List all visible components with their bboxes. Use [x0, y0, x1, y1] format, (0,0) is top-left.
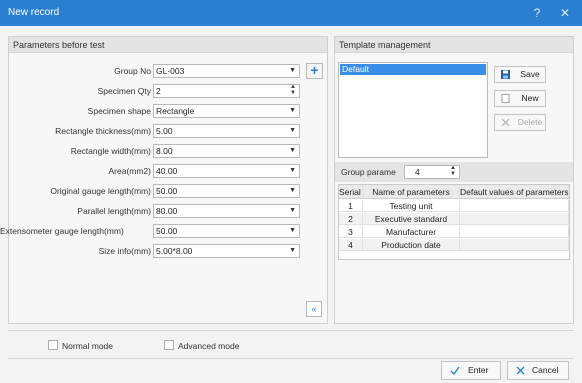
extensometer-gauge-length-label: Extensometer gauge length(mm) [0, 226, 124, 236]
parameters-groupbox [8, 36, 328, 324]
table-cell-serial: 3 [339, 226, 363, 237]
template-list[interactable]: Default [338, 62, 488, 158]
chevron-down-icon: ▼ [289, 187, 296, 194]
table-cell-name: Manufacturer [363, 226, 460, 237]
chevron-down-icon: ▼ [289, 227, 296, 234]
new-label: New [521, 93, 539, 103]
advanced-mode-label: Advanced mode [178, 341, 240, 351]
normal-mode-checkbox[interactable] [48, 340, 58, 350]
checkmark-icon [450, 366, 460, 375]
column-header-serial: Serial number [339, 185, 363, 198]
new-document-icon [501, 94, 510, 103]
table-cell-name: Production date [363, 239, 460, 250]
rectangle-width-combo[interactable]: 8.00 ▼ [153, 144, 300, 158]
group-params-label: Group parame [341, 167, 396, 177]
delete-icon [501, 118, 510, 127]
original-gauge-length-label: Original gauge length(mm) [50, 186, 151, 196]
extensometer-gauge-length-combo[interactable]: 50.00 ▼ [153, 224, 300, 238]
chevron-down-icon: ▼ [289, 167, 296, 174]
table-row[interactable]: 1 Testing unit [339, 200, 569, 212]
group-no-combo[interactable]: GL-003 ▼ [153, 64, 300, 78]
specimen-shape-value: Rectangle [156, 106, 195, 116]
area-label: Area(mm2) [108, 166, 151, 176]
table-row[interactable]: 2 Executive standard [339, 213, 569, 225]
delete-button[interactable]: Delete [494, 114, 546, 131]
advanced-mode-checkbox[interactable] [164, 340, 174, 350]
table-cell-name: Executive standard [363, 213, 460, 224]
area-value: 40.00 [156, 166, 178, 176]
close-icon[interactable]: ✕ [556, 4, 574, 22]
cancel-label: Cancel [532, 365, 559, 375]
table-row[interactable]: 4 Production date [339, 239, 569, 251]
parallel-length-combo[interactable]: 80.00 ▼ [153, 204, 300, 218]
template-panel-title: Template management [335, 37, 573, 53]
delete-label: Delete [517, 117, 543, 127]
template-list-item-selected[interactable]: Default [340, 64, 486, 75]
collapse-panel-button[interactable]: « [306, 301, 322, 317]
rectangle-thickness-value: 5.00 [156, 126, 173, 136]
save-button[interactable]: Save [494, 66, 546, 83]
table-cell-serial: 4 [339, 239, 363, 250]
rectangle-width-value: 8.00 [156, 146, 173, 156]
chevron-down-icon: ▼ [289, 107, 296, 114]
save-icon [501, 70, 510, 79]
help-icon[interactable]: ? [528, 4, 546, 22]
group-params-spinner[interactable]: 4 ▲ ▼ [404, 165, 460, 179]
parallel-length-value: 80.00 [156, 206, 178, 216]
cancel-icon [516, 366, 525, 375]
table-cell-serial: 2 [339, 213, 363, 224]
size-info-value: 5.00*8.00 [156, 246, 193, 256]
extensometer-gauge-length-value: 50.00 [156, 226, 178, 236]
divider [8, 358, 574, 359]
table-cell-default[interactable] [460, 213, 569, 224]
group-no-label: Group No [114, 66, 151, 76]
parameters-table: Serial number Name of parameters Default… [338, 184, 570, 260]
divider [8, 330, 574, 331]
specimen-qty-label: Specimen Qty [97, 86, 151, 96]
spinner-arrows-icon[interactable]: ▲ ▼ [290, 85, 296, 96]
original-gauge-length-combo[interactable]: 50.00 ▼ [153, 184, 300, 198]
new-button[interactable]: New [494, 90, 546, 107]
save-label: Save [520, 69, 540, 79]
parameters-panel-title: Parameters before test [9, 37, 327, 53]
specimen-shape-label: Specimen shape [87, 106, 151, 116]
specimen-qty-value: 2 [156, 86, 161, 96]
chevron-down-icon: ▼ [289, 207, 296, 214]
title-bar: New record ? ✕ [0, 0, 582, 26]
specimen-shape-combo[interactable]: Rectangle ▼ [153, 104, 300, 118]
table-cell-default[interactable] [460, 239, 569, 250]
rectangle-thickness-combo[interactable]: 5.00 ▼ [153, 124, 300, 138]
table-cell-default[interactable] [460, 226, 569, 237]
table-cell-serial: 1 [339, 200, 363, 211]
column-header-default: Default values of parameters [460, 185, 569, 198]
enter-button[interactable]: Enter [441, 361, 501, 380]
size-info-label: Size info(mm) [98, 246, 151, 256]
table-header: Serial number Name of parameters Default… [339, 185, 569, 199]
chevron-down-icon: ▼ [289, 147, 296, 154]
group-params-value: 4 [415, 167, 420, 177]
chevron-down-icon: ▼ [289, 67, 296, 74]
table-row[interactable]: 3 Manufacturer [339, 226, 569, 238]
spinner-arrows-icon[interactable]: ▲ ▼ [450, 166, 456, 177]
cancel-button[interactable]: Cancel [507, 361, 569, 380]
size-info-combo[interactable]: 5.00*8.00 ▼ [153, 244, 300, 258]
table-cell-name: Testing unit [363, 200, 460, 211]
normal-mode-label: Normal mode [62, 341, 114, 351]
column-header-name: Name of parameters [363, 185, 460, 198]
rectangle-thickness-label: Rectangle thickness(mm) [55, 126, 151, 136]
area-combo[interactable]: 40.00 ▼ [153, 164, 300, 178]
window-title: New record [8, 7, 60, 18]
group-no-value: GL-003 [156, 66, 185, 76]
chevron-down-icon: ▼ [289, 127, 296, 134]
original-gauge-length-value: 50.00 [156, 186, 178, 196]
dialog-body: Parameters before test Group No GL-003 ▼… [0, 26, 582, 383]
chevron-down-icon: ▼ [289, 247, 296, 254]
parallel-length-label: Parallel length(mm) [77, 206, 151, 216]
specimen-qty-spinner[interactable]: 2 ▲ ▼ [153, 84, 300, 98]
rectangle-width-label: Rectangle width(mm) [70, 146, 151, 156]
table-cell-default[interactable] [460, 200, 569, 211]
enter-label: Enter [468, 365, 489, 375]
add-group-button[interactable]: + [306, 63, 323, 79]
